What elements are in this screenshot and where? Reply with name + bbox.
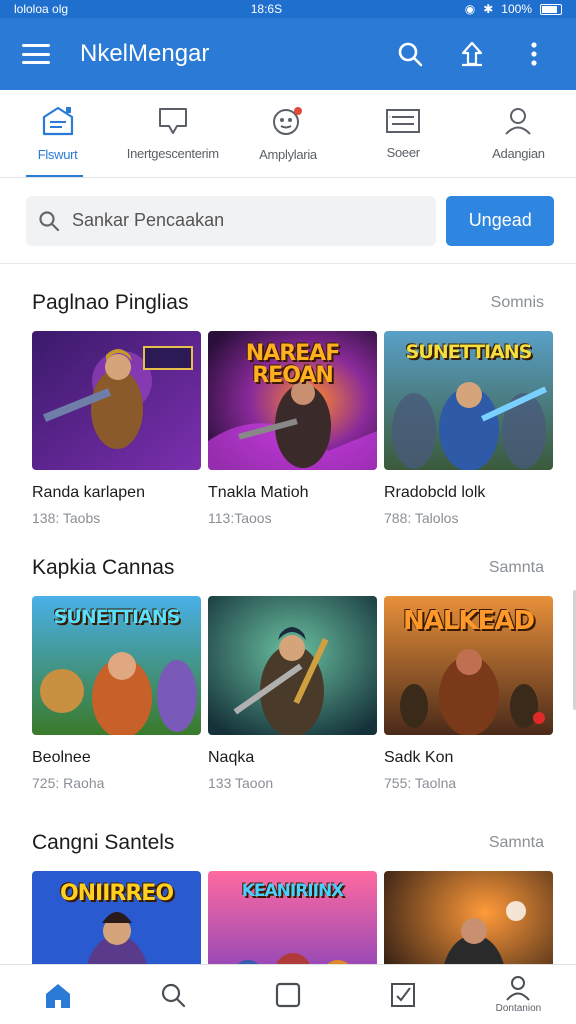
game-thumbnail: SUNETTIANS [32, 596, 201, 735]
bluetooth-icon: ✱ [483, 2, 494, 16]
game-thumbnail [208, 596, 377, 735]
more-vert-icon[interactable] [514, 34, 554, 74]
game-name: Naqka [208, 749, 255, 766]
tab-label: Flswurt [37, 147, 78, 162]
battery-icon [540, 3, 562, 15]
app-bar: NkelMengar [0, 18, 576, 90]
search-box[interactable] [26, 195, 437, 246]
nav-search[interactable] [115, 965, 230, 1024]
game-banner: SUNETTIANS [405, 341, 533, 363]
game-meta: 725: Raoha [32, 775, 105, 791]
nav-home[interactable] [0, 965, 115, 1024]
category-tabs: Flswurt Inertgescenterim Amplylaria Soee… [0, 90, 576, 178]
share-icon[interactable] [452, 34, 492, 74]
game-meta: 113:Taoos [208, 510, 272, 526]
tab-2[interactable]: Amplylaria [230, 90, 345, 177]
tab-3[interactable]: Soeer [346, 90, 461, 177]
home-icon [45, 983, 70, 1008]
controller-icon [273, 107, 302, 135]
tab-label: Amplylaria [259, 147, 317, 162]
profile-icon [506, 976, 531, 1001]
section-title: Paglnao Pinglias [32, 291, 189, 314]
search-icon [39, 210, 60, 231]
game-name: Sadk Kon [384, 749, 454, 766]
nav-profile[interactable]: Dontanion [461, 965, 576, 1024]
status-time: 18:6S [250, 2, 283, 16]
game-meta: 133 Taoon [208, 775, 274, 791]
game-meta: 138: Taobs [32, 510, 101, 526]
user-icon [505, 108, 532, 135]
bottom-nav: Dontanion [0, 964, 576, 1024]
search-row: Ungead [0, 178, 576, 264]
menu-icon[interactable] [22, 44, 50, 64]
game-banner: ONIIRREO [59, 881, 174, 906]
see-all-link[interactable]: Samnta [489, 559, 544, 577]
tab-label: Adangian [492, 146, 545, 161]
section-0: Paglnao Pinglias Somnis Randa karlapen 1… [0, 275, 576, 526]
game-thumbnail [32, 331, 201, 470]
game-name: Beolnee [32, 749, 91, 766]
game-banner: KEANIRIINX [241, 881, 345, 901]
game-banner: SUNETTIANS [53, 606, 181, 628]
game-name: Tnakla Matioh [208, 484, 309, 501]
game-card[interactable]: Naqka 133 Taoon [208, 596, 377, 791]
message-icon [158, 108, 187, 134]
see-all-link[interactable]: Somnis [491, 294, 544, 312]
game-card[interactable]: SUNETTIANS Rradobcld lolk 788: Talolos [384, 331, 553, 526]
section-1: Kapkia Cannas Samnta SUNETTIANS Beolnee … [0, 540, 576, 791]
status-left: lololoa olg [14, 2, 69, 16]
square-icon [275, 982, 301, 1007]
tab-label: Soeer [386, 145, 421, 160]
nav-tasks[interactable] [346, 965, 461, 1024]
app-title: NkelMengar [80, 40, 210, 67]
game-card[interactable]: NALKEAD Sadk Kon 755: Taolna [384, 596, 553, 791]
search-icon[interactable] [390, 34, 430, 74]
tab-label: Inertgescenterim [126, 146, 219, 161]
game-meta: 755: Taolna [384, 775, 457, 791]
game-banner: NAREAF REOAN [245, 341, 340, 388]
search-icon [161, 983, 185, 1007]
game-banner: NALKEAD [402, 606, 535, 636]
tab-1[interactable]: Inertgescenterim [115, 90, 230, 177]
search-button[interactable]: Ungead [446, 195, 554, 246]
tab-0[interactable]: Flswurt [0, 90, 115, 177]
home-screen-icon [42, 106, 73, 136]
game-thumbnail: NALKEAD [384, 596, 553, 735]
nav-label: Dontanion [495, 1003, 542, 1014]
battery-percent: 100% [501, 2, 532, 16]
list-icon [386, 109, 421, 133]
nav-library[interactable] [230, 965, 345, 1024]
game-meta: 788: Talolos [384, 510, 459, 526]
status-bar: lololoa olg 18:6S ◉ ✱ 100% [0, 0, 576, 18]
game-thumbnail: NAREAF REOAN [208, 331, 377, 470]
wifi-icon: ◉ [464, 2, 476, 16]
game-name: Rradobcld lolk [384, 484, 486, 501]
game-card[interactable]: SUNETTIANS Beolnee 725: Raoha [32, 596, 201, 791]
section-title: Cangni Santels [32, 831, 175, 854]
checkbox-icon [391, 982, 416, 1007]
search-input[interactable] [72, 210, 412, 231]
section-title: Kapkia Cannas [32, 556, 175, 579]
see-all-link[interactable]: Samnta [489, 834, 544, 852]
game-card[interactable]: Randa karlapen 138: Taobs [32, 331, 201, 526]
game-card[interactable]: NAREAF REOAN Tnakla Matioh 113:Taoos [208, 331, 377, 526]
tab-4[interactable]: Adangian [461, 90, 576, 177]
game-thumbnail: SUNETTIANS [384, 331, 553, 470]
game-name: Randa karlapen [32, 484, 145, 501]
